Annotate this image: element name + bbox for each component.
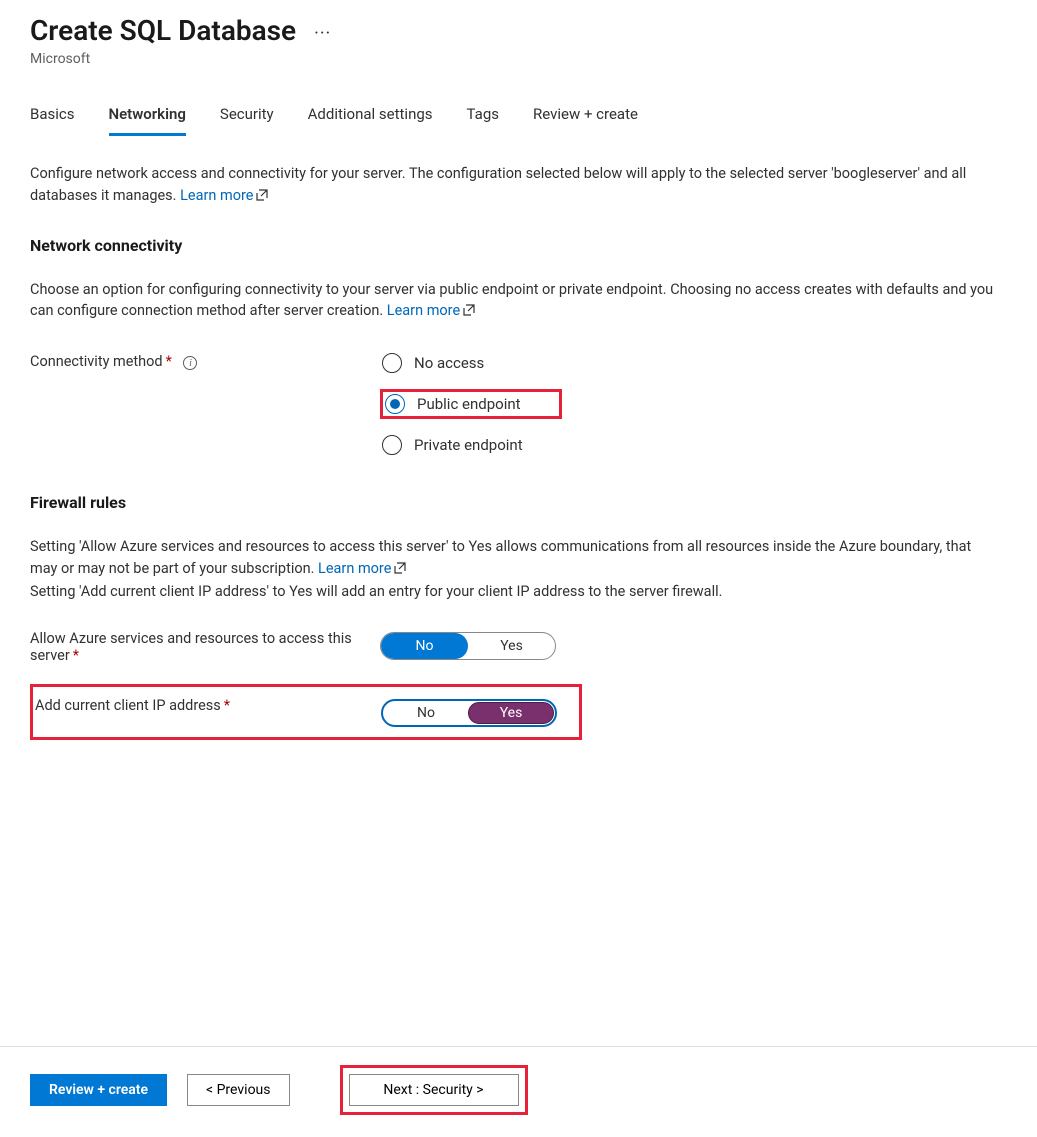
radio-private-endpoint[interactable]: Private endpoint	[380, 433, 562, 457]
page-title: Create SQL Database	[30, 14, 296, 47]
toggle-no[interactable]: No	[381, 633, 468, 659]
next-button-highlight: Next : Security >	[340, 1065, 528, 1115]
add-client-ip-label: Add current client IP address*	[35, 695, 381, 714]
connectivity-description: Choose an option for configuring connect…	[30, 279, 1000, 324]
toggle-no[interactable]: No	[384, 702, 468, 724]
required-asterisk: *	[73, 647, 79, 664]
previous-button[interactable]: < Previous	[187, 1074, 289, 1106]
firewall-desc2: Setting 'Add current client IP address' …	[30, 583, 722, 600]
connectivity-desc-body: Choose an option for configuring connect…	[30, 281, 993, 320]
footer: Review + create < Previous Next : Securi…	[0, 1046, 1037, 1137]
external-link-icon	[256, 186, 268, 208]
radio-public-endpoint[interactable]: Public endpoint	[380, 389, 562, 419]
radio-label: Public endpoint	[417, 395, 521, 413]
tab-tags[interactable]: Tags	[467, 105, 499, 135]
info-icon[interactable]: i	[183, 356, 197, 370]
network-connectivity-heading: Network connectivity	[30, 236, 1007, 255]
radio-icon	[382, 353, 402, 373]
firewall-desc1: Setting 'Allow Azure services and resour…	[30, 538, 971, 577]
next-security-button[interactable]: Next : Security >	[349, 1074, 519, 1106]
connectivity-method-label: Connectivity method* i	[30, 351, 380, 370]
firewall-learn-more-link[interactable]: Learn more	[318, 560, 406, 577]
radio-icon	[382, 435, 402, 455]
tabs: Basics Networking Security Additional se…	[30, 105, 1007, 135]
add-client-ip-toggle[interactable]: No Yes	[381, 699, 557, 727]
required-asterisk: *	[224, 697, 230, 714]
firewall-description: Setting 'Allow Azure services and resour…	[30, 536, 1000, 602]
toggle-yes[interactable]: Yes	[468, 702, 554, 724]
radio-icon	[385, 394, 405, 414]
external-link-icon	[463, 301, 475, 323]
tab-security[interactable]: Security	[220, 105, 274, 135]
tab-networking[interactable]: Networking	[109, 105, 186, 136]
more-icon[interactable]: ···	[314, 23, 331, 44]
external-link-icon	[394, 559, 406, 581]
required-asterisk: *	[166, 353, 172, 370]
tab-review-create[interactable]: Review + create	[533, 105, 638, 135]
radio-label: No access	[414, 354, 484, 372]
intro-learn-more-link[interactable]: Learn more	[180, 187, 268, 204]
page-subtitle: Microsoft	[30, 51, 1007, 67]
firewall-rules-heading: Firewall rules	[30, 493, 1007, 512]
allow-azure-toggle[interactable]: No Yes	[380, 632, 556, 660]
intro-text-body: Configure network access and connectivit…	[30, 165, 966, 204]
toggle-yes[interactable]: Yes	[468, 633, 555, 659]
review-create-button[interactable]: Review + create	[30, 1074, 167, 1106]
tab-additional-settings[interactable]: Additional settings	[308, 105, 433, 135]
connectivity-learn-more-link[interactable]: Learn more	[387, 302, 475, 319]
radio-no-access[interactable]: No access	[380, 351, 562, 375]
intro-text: Configure network access and connectivit…	[30, 163, 1000, 208]
radio-label: Private endpoint	[414, 436, 523, 454]
allow-azure-label: Allow Azure services and resources to ac…	[30, 628, 380, 664]
tab-basics[interactable]: Basics	[30, 105, 75, 135]
